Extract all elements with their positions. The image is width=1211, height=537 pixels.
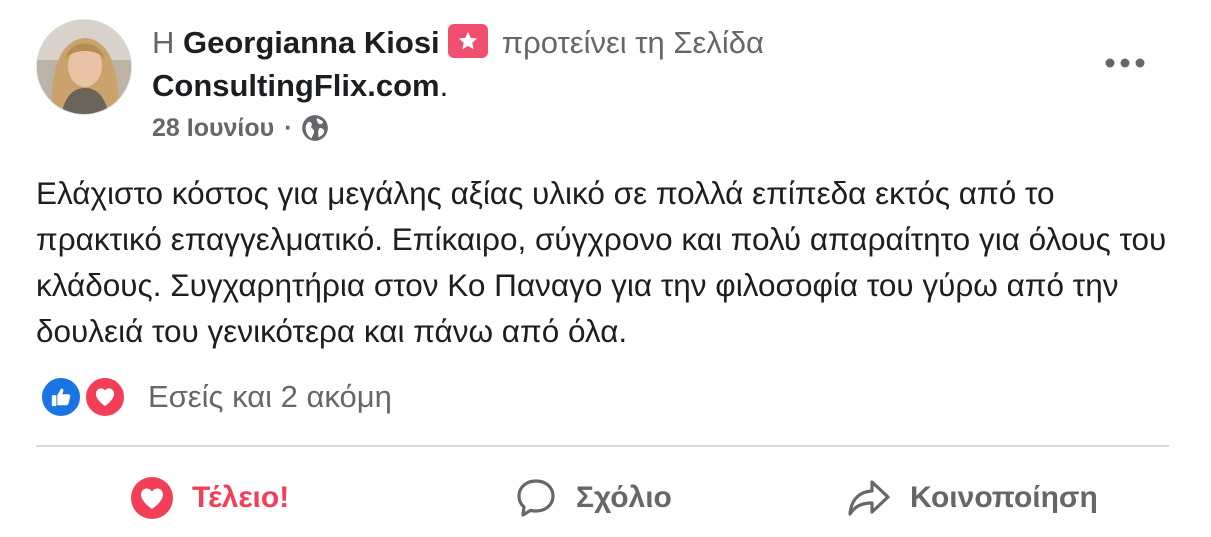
globe-icon (301, 115, 328, 141)
reactions-summary-text: Εσείς και 2 ακόμη (148, 379, 392, 414)
share-icon (848, 480, 890, 516)
more-options-icon (1105, 58, 1145, 68)
love-reaction-icon (84, 376, 126, 418)
reaction-icons (40, 374, 136, 420)
comment-label: Σχόλιο (576, 481, 672, 514)
love-reaction-label: Τέλειο! (192, 481, 290, 514)
reactions-summary[interactable]: Εσείς και 2 ακόμη (40, 374, 392, 420)
recommendation-star-icon (447, 24, 488, 58)
author-avatar[interactable] (36, 19, 132, 115)
love-icon (131, 477, 173, 519)
post-header: Η Georgianna Kiosi προτείνει τη Σελίδα (152, 22, 764, 64)
more-options-button[interactable] (1100, 50, 1150, 76)
author-prefix: Η (152, 25, 175, 60)
comment-button[interactable]: Σχόλιο (514, 470, 672, 526)
post-date[interactable]: 28 Ιουνίου (152, 114, 274, 143)
actions-divider (36, 445, 1169, 447)
post-body: Ελάχιστο κόστος για μεγάλης αξίας υλικό … (36, 175, 1167, 349)
page-link-line: ConsultingFlix.com . (152, 66, 448, 106)
love-reaction-button[interactable]: Τέλειο! (130, 470, 289, 526)
share-label: Κοινοποίηση (910, 481, 1098, 514)
comment-icon (517, 479, 555, 517)
page-suffix: . (439, 68, 449, 103)
like-reaction-icon (40, 376, 82, 418)
share-button[interactable]: Κοινοποίηση (846, 470, 1098, 526)
meta-separator: · (284, 113, 293, 142)
post-meta: 28 Ιουνίου · (152, 111, 329, 145)
author-name[interactable]: Georgianna Kiosi (183, 25, 440, 61)
recommends-text: προτείνει τη Σελίδα (501, 25, 764, 60)
page-name-link[interactable]: ConsultingFlix.com (152, 68, 440, 104)
avatar-photo (37, 20, 131, 114)
